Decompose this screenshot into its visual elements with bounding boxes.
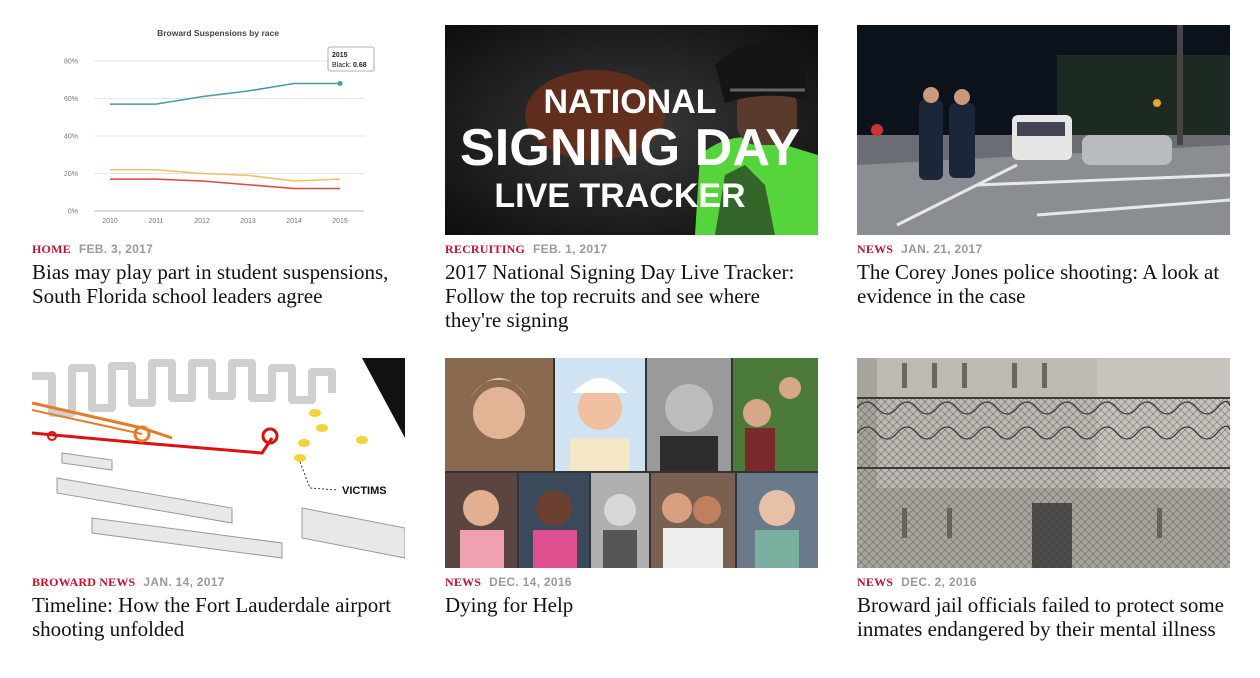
jail-fence-photo [857,358,1230,568]
night-police-scene-photo [857,25,1230,235]
x-tick-label: 2015 [332,218,348,225]
story-headline-link[interactable]: Broward jail officials failed to protect… [857,593,1230,641]
story-date: FEB. 3, 2017 [78,242,154,256]
chart-title: Broward Suspensions by race [157,28,279,38]
story-headline-link[interactable]: Timeline: How the Fort Lauderdale airpor… [32,593,405,641]
section-link[interactable]: BROWARD NEWS [32,575,135,589]
victims-label: VICTIMS [342,485,387,497]
story-card[interactable]: VICTIMS BROWARD NEWS JAN. 14, 2017 Timeli… [32,358,405,641]
story-headline-link[interactable]: Dying for Help [445,593,818,617]
tooltip-label: Black: [332,62,351,69]
story-headline-link[interactable]: Bias may play part in student suspension… [32,260,405,308]
story-card[interactable]: NATIONAL SIGNING DAY LIVE TRACKER RECRUI… [445,25,818,332]
story-thumbnail-signing-day[interactable]: NATIONAL SIGNING DAY LIVE TRACKER [445,25,818,235]
y-tick-label: 20% [64,171,78,178]
svg-text:Black: 0.68: Black: 0.68 [332,62,367,69]
highlight-point[interactable] [337,81,343,86]
section-link[interactable]: NEWS [857,575,893,589]
story-card[interactable]: NEWS JAN. 21, 2017 The Corey Jones police… [857,25,1230,308]
story-meta: NEWS JAN. 21, 2017 [857,241,1230,257]
story-headline-link[interactable]: The Corey Jones police shooting: A look … [857,260,1230,308]
x-tick-label: 2011 [148,218,163,225]
graphic-title-line3: LIVE TRACKER [494,177,745,215]
graphic-title-line1: NATIONAL [543,83,716,121]
airport-diagram: VICTIMS [32,358,405,568]
tooltip-value: 0.68 [353,62,367,69]
y-tick-label: 0% [68,209,78,216]
y-tick-label: 60% [64,96,78,103]
story-thumbnail-police-scene[interactable] [857,25,1230,235]
story-thumbnail-airport-map[interactable]: VICTIMS [32,358,405,568]
story-thumbnail-jail-fence[interactable] [857,358,1230,568]
story-date: FEB. 1, 2017 [533,242,608,256]
section-link[interactable]: NEWS [857,242,893,256]
story-date: JAN. 21, 2017 [901,242,983,256]
portrait-collage [445,358,818,568]
story-meta: RECRUITING FEB. 1, 2017 [445,241,818,257]
story-thumbnail-chart[interactable]: Broward Suspensions by race 0% 20% 40% 60% 8… [32,25,405,235]
chart-tooltip: 2015 Black: 0.68 [327,46,375,72]
story-card[interactable]: Broward Suspensions by race 0% 20% 40% 60% 8… [32,25,405,308]
y-tick-label: 40% [64,134,78,141]
story-date: DEC. 14, 2016 [489,575,572,589]
x-tick-label: 2013 [240,218,256,225]
story-thumbnail-portrait-collage[interactable] [445,358,818,568]
section-link[interactable]: RECRUITING [445,242,525,256]
section-link[interactable]: HOME [32,242,71,256]
tooltip-year: 2015 [332,52,348,59]
story-meta: BROWARD NEWS JAN. 14, 2017 [32,574,405,590]
story-card[interactable]: NEWS DEC. 2, 2016 Broward jail officials … [857,358,1230,641]
signing-day-graphic: NATIONAL SIGNING DAY LIVE TRACKER [445,25,818,235]
story-meta: HOME FEB. 3, 2017 [32,241,405,257]
series-line-0 [110,82,340,105]
story-date: JAN. 14, 2017 [143,575,225,589]
x-tick-label: 2012 [194,218,210,225]
suspensions-line-chart: Broward Suspensions by race 0% 20% 40% 60% 8… [64,28,375,225]
story-date: DEC. 2, 2016 [901,575,977,589]
graphic-title-line2: SIGNING DAY [460,119,800,177]
story-meta: NEWS DEC. 14, 2016 [445,574,818,590]
story-card[interactable]: NEWS DEC. 14, 2016 Dying for Help [445,358,818,617]
story-meta: NEWS DEC. 2, 2016 [857,574,1230,590]
story-headline-link[interactable]: 2017 National Signing Day Live Tracker: … [445,260,818,332]
x-tick-label: 2014 [286,218,302,225]
section-link[interactable]: NEWS [445,575,481,589]
y-tick-label: 80% [64,59,78,66]
x-tick-label: 2010 [102,218,118,225]
